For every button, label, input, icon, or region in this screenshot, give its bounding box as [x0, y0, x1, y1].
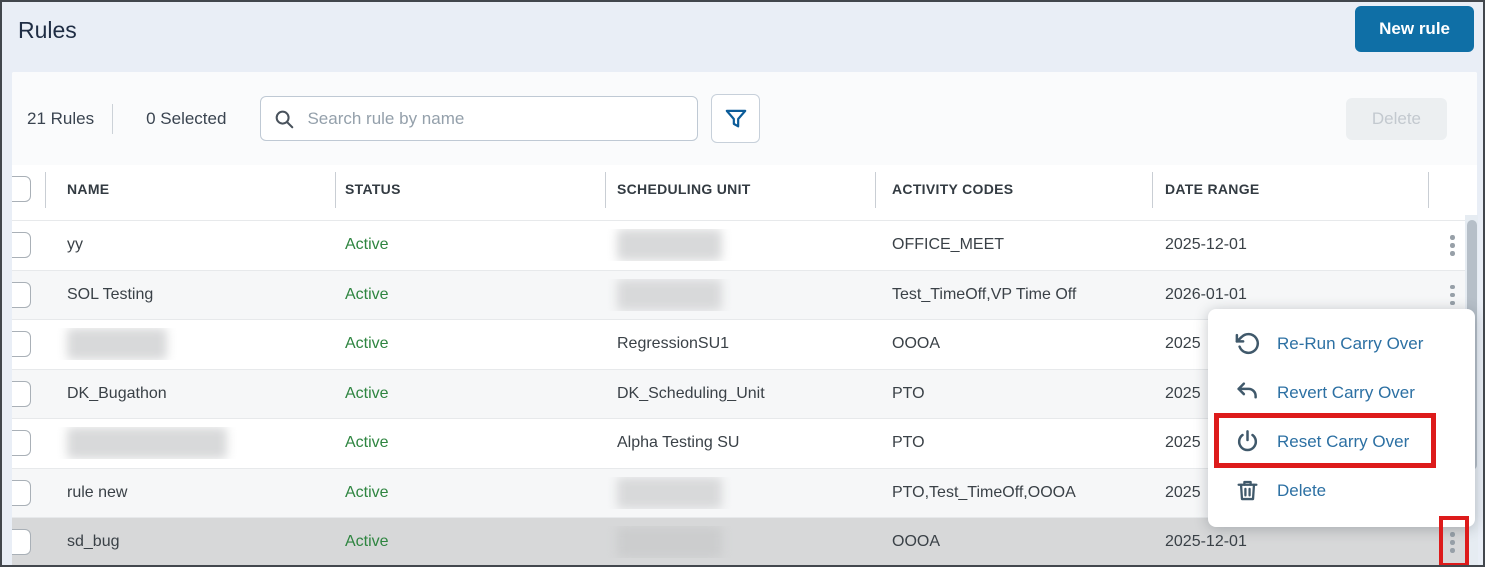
- toolbar-divider: [112, 103, 114, 134]
- select-all-checkbox[interactable]: [12, 176, 31, 202]
- activity-codes-cell: PTO,Test_TimeOff,OOOA: [892, 483, 1076, 501]
- scheduling-unit-cell: [605, 278, 875, 311]
- trash-icon: [1237, 480, 1258, 501]
- table-row[interactable]: yy Active OFFICE_MEET 2025-12-01: [12, 220, 1477, 270]
- redacted-blur-patch: [617, 278, 722, 311]
- rule-status-cell: Active: [345, 384, 389, 402]
- scheduling-unit-cell: [605, 229, 875, 262]
- redacted-blur-patch: [617, 476, 722, 509]
- delete-button[interactable]: Delete: [1345, 97, 1447, 140]
- revert-carry-over-icon: [1237, 382, 1257, 399]
- filter-icon: [725, 109, 747, 127]
- menu-item-delete[interactable]: Delete: [1208, 466, 1475, 515]
- rule-status-cell: Active: [345, 285, 389, 303]
- column-header-activity-codes[interactable]: ACTIVITY CODES: [875, 165, 1152, 213]
- activity-codes-cell: Test_TimeOff,VP Time Off: [892, 285, 1077, 303]
- menu-item-label: Delete: [1277, 480, 1327, 500]
- date-range-cell: 2025-12-01: [1165, 533, 1247, 551]
- rules-page: Rules New rule 21 Rules 0 Selected Delet…: [0, 0, 1485, 567]
- filter-button[interactable]: [711, 94, 761, 143]
- rule-status-cell: Active: [345, 434, 389, 452]
- scheduling-unit-cell: DK_Scheduling_Unit: [617, 384, 765, 402]
- rule-status-cell: Active: [345, 483, 389, 501]
- rule-name-cell: rule new: [67, 483, 128, 501]
- redacted-blur-patch: [617, 526, 722, 559]
- scheduling-unit-cell: RegressionSU1: [617, 335, 730, 353]
- menu-item-label: Revert Carry Over: [1277, 382, 1415, 402]
- scheduling-unit-cell: Alpha Testing SU: [617, 434, 740, 452]
- rule-name-cell: [45, 427, 335, 460]
- menu-item-reset-carry-over[interactable]: Reset Carry Over: [1208, 417, 1475, 466]
- date-range-cell: 2025-12-01: [1165, 236, 1247, 254]
- rule-name-cell: yy: [67, 236, 83, 254]
- rule-status-cell: Active: [345, 335, 389, 353]
- row-checkbox[interactable]: [12, 281, 31, 308]
- menu-item-label: Re-Run Carry Over: [1277, 333, 1424, 353]
- toolbar: 21 Rules 0 Selected Delete: [12, 72, 1477, 165]
- row-checkbox[interactable]: [12, 529, 31, 556]
- scheduling-unit-cell: [605, 476, 875, 509]
- rule-status-cell: Active: [345, 533, 389, 551]
- row-checkbox[interactable]: [12, 331, 31, 358]
- column-header-status[interactable]: STATUS: [335, 165, 605, 213]
- activity-codes-cell: OOOA: [892, 335, 941, 353]
- row-checkbox[interactable]: [12, 232, 31, 259]
- rerun-carry-over-icon: [1235, 332, 1259, 355]
- rule-name-cell: [45, 328, 335, 361]
- scheduling-unit-cell: [605, 526, 875, 559]
- column-header-scheduling-unit[interactable]: SCHEDULING UNIT: [605, 165, 875, 213]
- reset-power-icon: [1237, 430, 1258, 452]
- rule-status-cell: Active: [345, 236, 389, 254]
- search-input[interactable]: [305, 107, 686, 130]
- activity-codes-cell: OOOA: [892, 533, 941, 551]
- activity-codes-cell: PTO: [892, 434, 925, 452]
- column-header-name[interactable]: NAME: [45, 165, 335, 213]
- new-rule-button[interactable]: New rule: [1355, 6, 1474, 52]
- menu-item-label: Reset Carry Over: [1277, 431, 1410, 451]
- page-title: Rules: [18, 17, 77, 43]
- menu-item-rerun-carry-over[interactable]: Re-Run Carry Over: [1208, 319, 1475, 368]
- row-context-menu: Re-Run Carry Over Revert Carry Over Rese…: [1208, 309, 1475, 527]
- rule-name-cell: DK_Bugathon: [67, 384, 167, 402]
- column-header-actions: [1428, 165, 1477, 213]
- rule-name-cell: sd_bug: [67, 533, 120, 551]
- redacted-blur-patch: [67, 328, 167, 361]
- search-icon: [276, 110, 294, 128]
- redacted-blur-patch: [617, 229, 722, 262]
- rule-name-cell: SOL Testing: [67, 285, 154, 303]
- selected-count: 0 Selected: [146, 108, 227, 128]
- rules-count: 21 Rules: [27, 108, 95, 128]
- search-box[interactable]: [260, 96, 699, 141]
- row-checkbox[interactable]: [12, 479, 31, 506]
- column-header-date-range[interactable]: DATE RANGE: [1152, 165, 1428, 213]
- activity-codes-cell: PTO: [892, 384, 925, 402]
- header-gap: [12, 213, 1477, 220]
- menu-item-revert-carry-over[interactable]: Revert Carry Over: [1208, 368, 1475, 417]
- redacted-blur-patch: [67, 427, 227, 460]
- row-checkbox[interactable]: [12, 430, 31, 457]
- table-header: NAME STATUS SCHEDULING UNIT ACTIVITY COD…: [12, 165, 1477, 213]
- row-checkbox[interactable]: [12, 380, 31, 407]
- date-range-cell: 2026-01-01: [1165, 285, 1247, 303]
- activity-codes-cell: OFFICE_MEET: [892, 236, 1005, 254]
